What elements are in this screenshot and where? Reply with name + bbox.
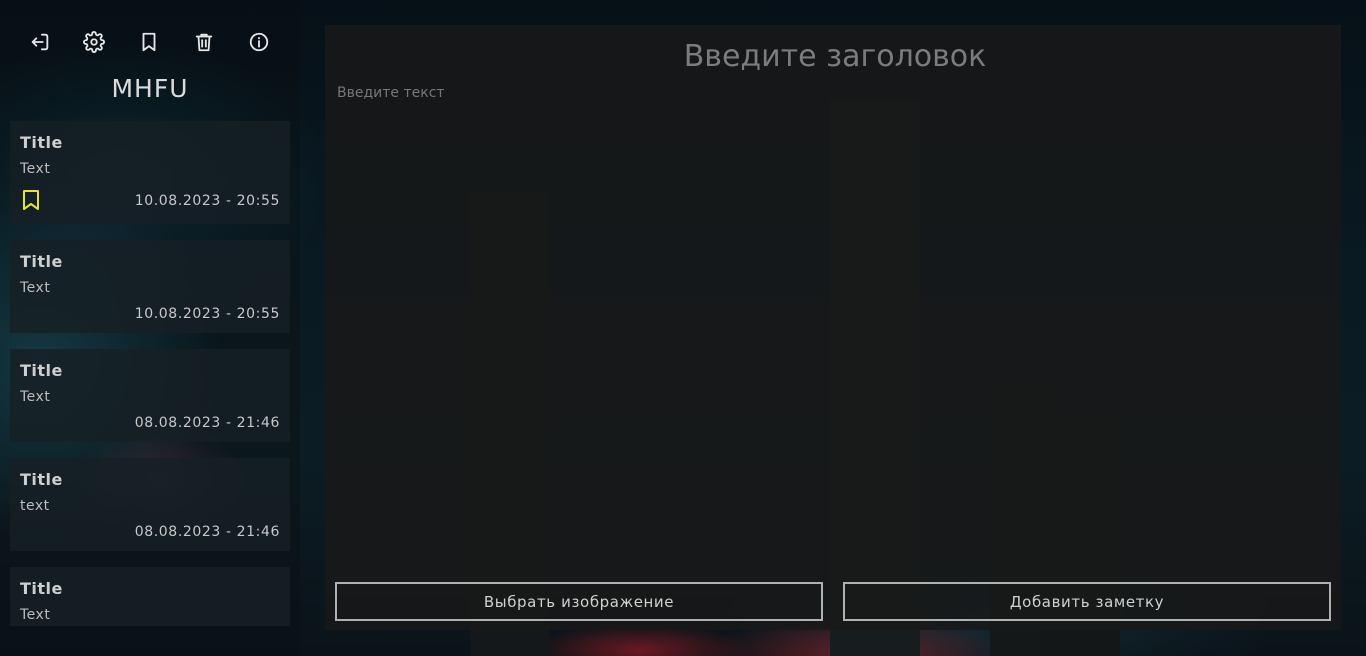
- note-text: text: [20, 498, 50, 514]
- note-editor: Выбрать изображение Добавить заметку: [325, 25, 1345, 630]
- note-card[interactable]: Title text 08.08.2023 - 21:46: [10, 458, 290, 551]
- logout-icon[interactable]: [26, 28, 54, 56]
- add-note-button[interactable]: Добавить заметку: [843, 582, 1331, 621]
- note-title: Title: [20, 579, 63, 598]
- note-title: Title: [20, 252, 63, 271]
- note-text: Text: [20, 607, 51, 623]
- note-list: Title Text 10.08.2023 - 20:55 Title Text…: [10, 121, 290, 656]
- choose-image-button[interactable]: Выбрать изображение: [335, 582, 823, 621]
- note-title: Title: [20, 133, 63, 152]
- note-text: Text: [20, 389, 51, 405]
- note-title: Title: [20, 470, 63, 489]
- trash-icon[interactable]: [190, 28, 218, 56]
- text-input[interactable]: [335, 83, 1335, 577]
- bookmark-icon[interactable]: [21, 189, 41, 211]
- note-card[interactable]: Title Text 08.08.2023 - 21:46: [10, 349, 290, 442]
- note-card[interactable]: Title Text 10.08.2023 - 20:55: [10, 240, 290, 333]
- note-date: 08.08.2023 - 21:46: [134, 415, 280, 431]
- note-text: Text: [20, 280, 51, 296]
- note-date: 10.08.2023 - 20:55: [134, 193, 280, 209]
- note-text: Text: [20, 161, 51, 177]
- info-icon[interactable]: [245, 28, 273, 56]
- app-title: MHFU: [111, 74, 189, 103]
- note-date: 08.08.2023 - 21:46: [134, 524, 280, 540]
- note-card[interactable]: Title Text: [10, 567, 290, 626]
- settings-icon[interactable]: [80, 28, 108, 56]
- toolbar: [0, 28, 300, 58]
- note-title: Title: [20, 361, 63, 380]
- note-card[interactable]: Title Text 10.08.2023 - 20:55: [10, 121, 290, 224]
- bookmark-icon[interactable]: [135, 28, 163, 56]
- note-date: 10.08.2023 - 20:55: [134, 306, 280, 322]
- title-input[interactable]: [325, 33, 1345, 79]
- sidebar: MHFU Title Text 10.08.2023 - 20:55 Title…: [0, 0, 300, 656]
